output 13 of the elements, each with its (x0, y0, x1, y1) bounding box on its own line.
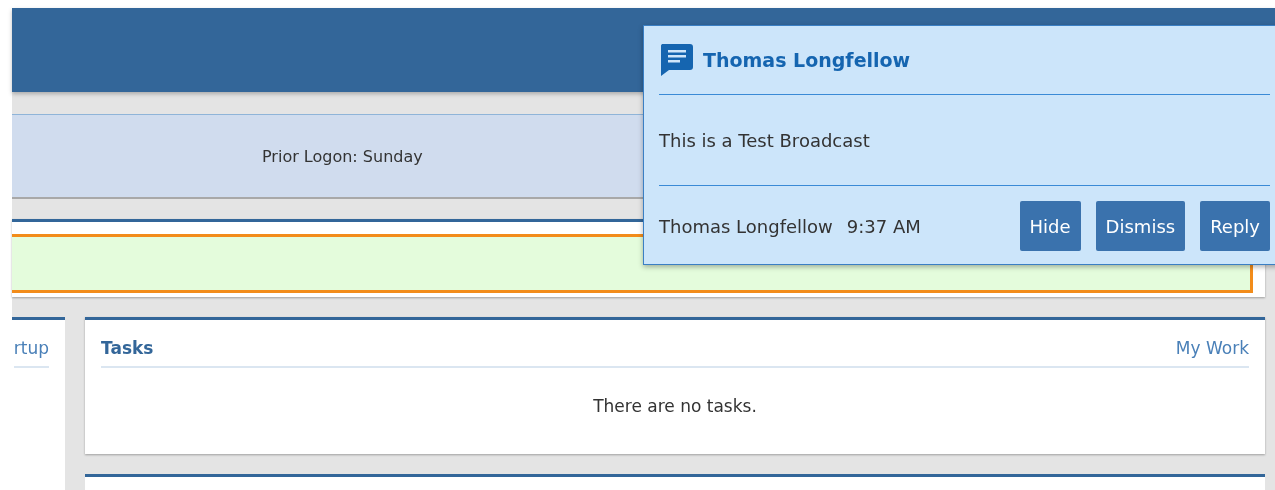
empty-message: There are no tasks. (592, 396, 758, 416)
footer-sender: Thomas Longfellow (659, 215, 833, 237)
card-title: rtup (13, 338, 49, 368)
broadcast-message: This is a Test Broadcast (659, 95, 1270, 186)
message-icon (659, 44, 693, 76)
popup-button[interactable]: Dismiss (1095, 201, 1186, 251)
popup-button[interactable]: Hide (1019, 201, 1081, 251)
sender-name: Thomas Longfellow (703, 49, 911, 71)
tasks-title: Tasks (101, 338, 154, 358)
prior-logon-text: Prior Logon: Sunday (262, 146, 423, 166)
my-work-link[interactable]: My Work (1175, 338, 1249, 358)
popup-button[interactable]: Reply (1200, 201, 1270, 251)
message-time: 9:37 AM (846, 215, 921, 237)
